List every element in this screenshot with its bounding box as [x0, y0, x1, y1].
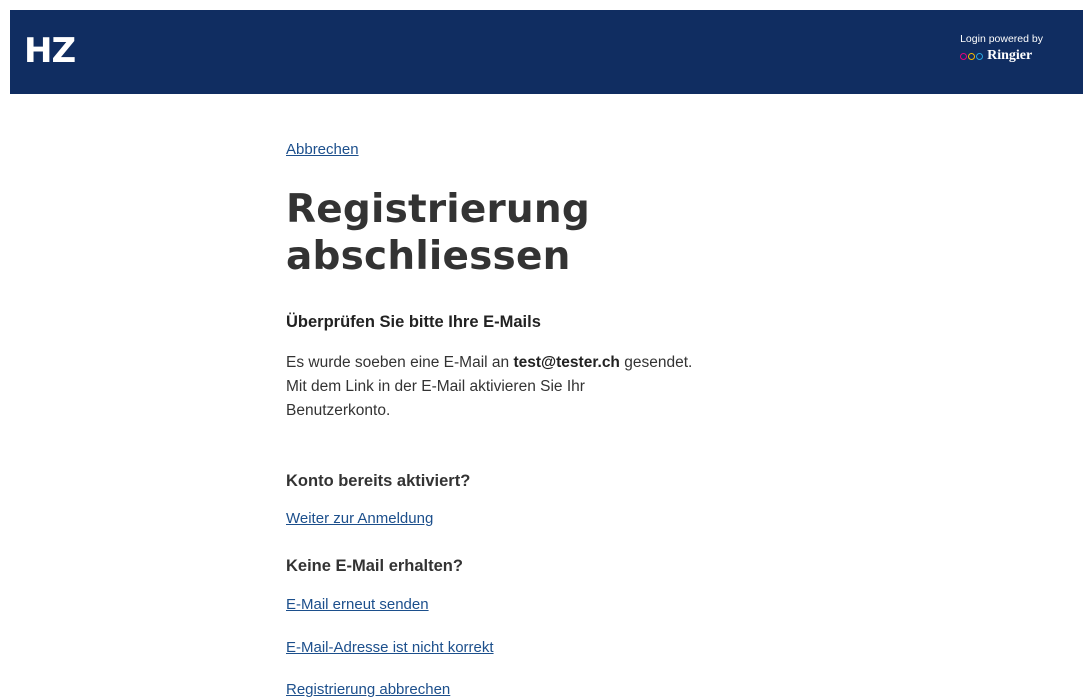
ringier-logo: Ringier — [960, 48, 1043, 64]
cancel-registration-link[interactable]: Registrierung abbrechen — [286, 680, 450, 700]
cancel-link[interactable]: Abbrechen — [286, 140, 359, 160]
circle-pink-icon — [960, 52, 968, 60]
already-activated-heading: Konto bereits aktiviert? — [286, 472, 471, 490]
email-incorrect-link[interactable]: E-Mail-Adresse ist nicht korrekt — [286, 638, 494, 658]
message-line3: Benutzerkonto. — [286, 402, 391, 419]
page-title-line2: abschliessen — [286, 234, 571, 279]
page-title: Registrierung abschliessen — [286, 186, 590, 280]
login-powered-by: Login powered by Ringier — [960, 32, 1043, 64]
ringier-brand-name: Ringier — [987, 48, 1033, 63]
continue-login-link[interactable]: Weiter zur Anmeldung — [286, 509, 433, 529]
message-line2: Mit dem Link in der E-Mail aktivieren Si… — [286, 378, 585, 395]
ringier-circles-icon — [960, 52, 984, 60]
message-suffix: gesendet. — [624, 354, 693, 371]
hz-logo[interactable]: HZ — [24, 31, 76, 71]
message-prefix: Es wurde soeben eine E-Mail an — [286, 354, 510, 371]
no-email-heading: Keine E-Mail erhalten? — [286, 557, 463, 575]
powered-by-label: Login powered by — [960, 33, 1043, 45]
resend-email-link[interactable]: E-Mail erneut senden — [286, 595, 429, 615]
header-bar: HZ Login powered by Ringier — [10, 10, 1083, 94]
circle-blue-icon — [976, 52, 984, 60]
check-email-heading: Überprüfen Sie bitte Ihre E-Mails — [286, 313, 541, 331]
email-address: test@tester.ch — [513, 354, 620, 371]
page-title-line1: Registrierung — [286, 187, 590, 232]
circle-yellow-icon — [968, 52, 976, 60]
confirmation-message: Es wurde soeben eine E-Mail an test@test… — [286, 351, 796, 423]
